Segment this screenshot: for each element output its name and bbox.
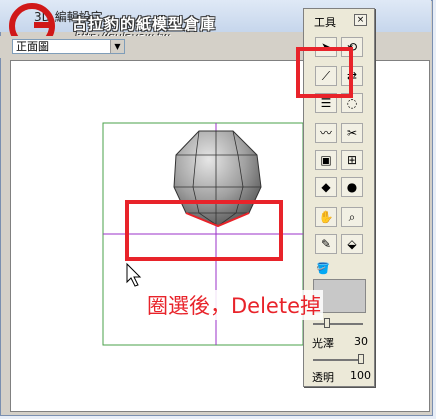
opacity-slider-thumb[interactable]	[358, 354, 364, 364]
curve-icon[interactable]: 〰	[315, 123, 337, 143]
paint-can-icon: 🪣	[316, 262, 330, 275]
gloss-value: 30	[354, 335, 368, 348]
sphere-icon[interactable]: ●	[341, 177, 363, 197]
gloss-label: 光澤	[312, 337, 334, 350]
selection-highlight-box	[125, 200, 283, 261]
opacity-slider-track[interactable]	[313, 359, 363, 361]
box-3d-icon[interactable]: ▣	[315, 150, 337, 170]
mouse-cursor	[126, 262, 142, 287]
zoom-icon[interactable]: ⌕	[341, 207, 363, 227]
close-icon[interactable]: ×	[354, 14, 367, 26]
hand-pan-icon[interactable]: ✋	[315, 207, 337, 227]
opacity-label: 透明	[312, 371, 334, 384]
paint-bucket-icon[interactable]: ⬙	[341, 234, 363, 254]
opacity-value: 100	[350, 369, 371, 382]
tool-highlight-box	[296, 47, 353, 98]
eyedropper-icon[interactable]: ✎	[315, 234, 337, 254]
gloss-slider-track[interactable]	[313, 323, 363, 325]
move-face-icon[interactable]: ⊞	[341, 150, 363, 170]
flat-shape-icon[interactable]: ◆	[315, 177, 337, 197]
toolbox-title: 工具	[314, 16, 336, 29]
cut-edge-icon[interactable]: ✂	[341, 123, 363, 143]
annotation-text: 圈選後，Delete掉	[145, 290, 323, 320]
gloss-slider-thumb[interactable]	[324, 318, 330, 328]
